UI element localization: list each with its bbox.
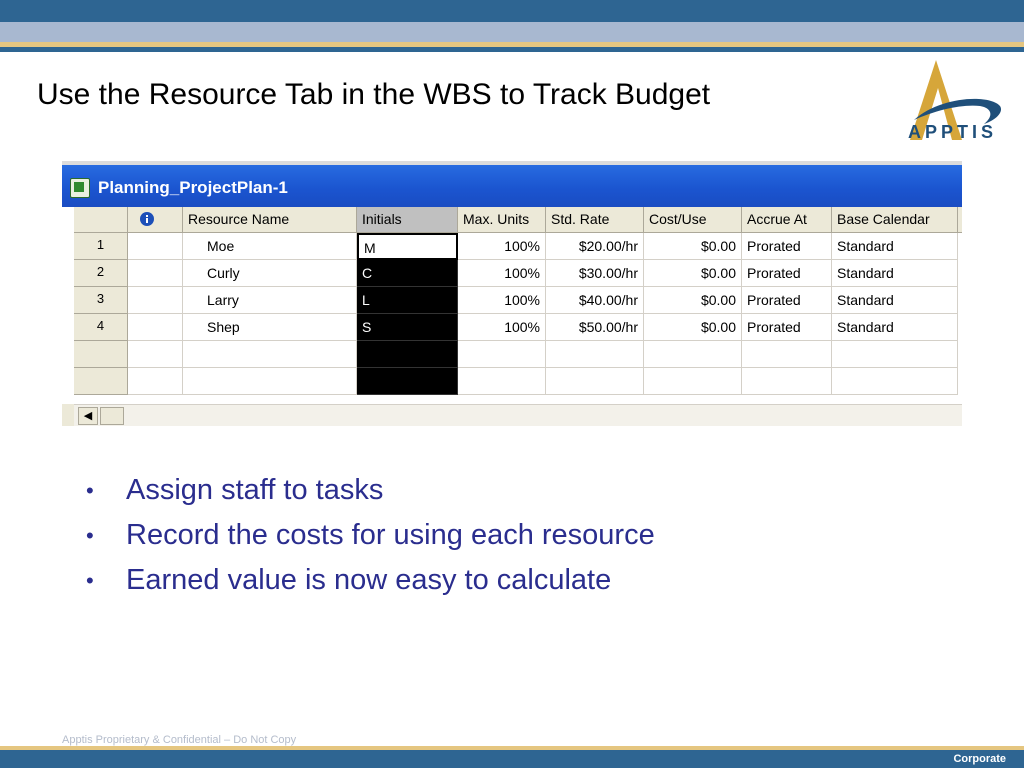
table-cell-empty[interactable] (644, 368, 742, 395)
table-cell-initials[interactable]: C (357, 260, 458, 287)
row-header-1[interactable]: 1 (74, 233, 128, 260)
column-header-base-calendar[interactable]: Base Calendar (832, 207, 958, 233)
row-header-empty[interactable] (74, 341, 128, 368)
table-cell-max-units[interactable]: 100% (458, 287, 546, 314)
bullet-list: • Assign staff to tasks • Record the costs… (86, 474, 655, 609)
table-cell-empty[interactable] (357, 341, 458, 368)
table-cell-initials[interactable]: L (357, 287, 458, 314)
resource-sheet: Resource Name Initials Max. Units Std. R… (62, 207, 962, 404)
table-cell-std-rate[interactable]: $50.00/hr (546, 314, 644, 341)
corporate-label: Corporate (953, 753, 1006, 765)
horizontal-scrollbar[interactable]: ◀ (74, 404, 962, 426)
table-cell-cost-use[interactable]: $0.00 (644, 260, 742, 287)
table-cell-base-calendar[interactable]: Standard (832, 287, 958, 314)
bullet-item: • Assign staff to tasks (86, 474, 655, 519)
table-cell-cost-use[interactable]: $0.00 (644, 233, 742, 260)
scroll-thumb[interactable] (100, 407, 124, 425)
column-header-max-units[interactable]: Max. Units (458, 207, 546, 233)
table-cell-empty[interactable] (458, 368, 546, 395)
slide-title: Use the Resource Tab in the WBS to Track… (37, 78, 711, 111)
column-header-std-rate[interactable]: Std. Rate (546, 207, 644, 233)
table-cell-empty[interactable] (128, 341, 183, 368)
bullet-item: • Record the costs for using each resourc… (86, 519, 655, 564)
table-cell-base-calendar[interactable]: Standard (832, 314, 958, 341)
bullet-dot-icon: • (86, 478, 94, 503)
table-cell-indicator[interactable] (128, 287, 183, 314)
table-cell-initials[interactable]: S (357, 314, 458, 341)
window-title: Planning_ProjectPlan-1 (98, 178, 288, 197)
table-cell-std-rate[interactable]: $20.00/hr (546, 233, 644, 260)
table-cell-cost-use[interactable]: $0.00 (644, 287, 742, 314)
bullet-text: Earned value is now easy to calculate (126, 564, 612, 596)
bullet-text: Record the costs for using each resource (126, 519, 655, 551)
table-cell-empty[interactable] (742, 368, 832, 395)
apptis-logo: APPTIS (900, 58, 1010, 150)
table-cell-base-calendar[interactable]: Standard (832, 233, 958, 260)
top-band-light (0, 22, 1024, 42)
project-window: Planning_ProjectPlan-1 Resource Name Ini… (62, 161, 962, 426)
table-cell-std-rate[interactable]: $40.00/hr (546, 287, 644, 314)
table-cell-max-units[interactable]: 100% (458, 260, 546, 287)
table-cell-max-units[interactable]: 100% (458, 314, 546, 341)
table-cell-std-rate[interactable]: $30.00/hr (546, 260, 644, 287)
table-cell-indicator[interactable] (128, 314, 183, 341)
column-header-initials[interactable]: Initials (357, 207, 458, 233)
table-cell-accrue-at[interactable]: Prorated (742, 260, 832, 287)
table-cell-empty[interactable] (128, 368, 183, 395)
table-cell-empty[interactable] (832, 368, 958, 395)
table-cell-accrue-at[interactable]: Prorated (742, 233, 832, 260)
row-header-2[interactable]: 2 (74, 260, 128, 287)
column-header-indicators[interactable] (128, 207, 183, 233)
row-header-empty[interactable] (74, 368, 128, 395)
table-cell-empty[interactable] (357, 368, 458, 395)
confidentiality-note: Apptis Proprietary & Confidential – Do N… (62, 734, 297, 746)
column-header-cost-use[interactable]: Cost/Use (644, 207, 742, 233)
table-cell-name[interactable]: Curly (183, 260, 357, 287)
table-cell-empty[interactable] (644, 341, 742, 368)
scroll-left-icon[interactable]: ◀ (78, 407, 98, 425)
row-header-4[interactable]: 4 (74, 314, 128, 341)
select-all-corner[interactable] (74, 207, 128, 233)
table-cell-name[interactable]: Moe (183, 233, 357, 260)
column-header-resource-name[interactable]: Resource Name (183, 207, 357, 233)
window-titlebar[interactable]: Planning_ProjectPlan-1 (62, 161, 962, 207)
bullet-dot-icon: • (86, 568, 94, 593)
table-cell-empty[interactable] (546, 368, 644, 395)
bullet-text: Assign staff to tasks (126, 474, 384, 506)
top-band-thin (0, 47, 1024, 52)
table-cell-cost-use[interactable]: $0.00 (644, 314, 742, 341)
row-header-3[interactable]: 3 (74, 287, 128, 314)
table-cell-empty[interactable] (458, 341, 546, 368)
table-cell-base-calendar[interactable]: Standard (832, 260, 958, 287)
bullet-item: • Earned value is now easy to calculate (86, 564, 655, 609)
top-band (0, 0, 1024, 22)
column-header-overflow (958, 207, 962, 233)
table-cell-accrue-at[interactable]: Prorated (742, 314, 832, 341)
bottom-band (0, 750, 1024, 768)
bullet-dot-icon: • (86, 523, 94, 548)
table-cell-empty[interactable] (183, 368, 357, 395)
excel-sheet-icon (70, 178, 90, 198)
table-cell-name[interactable]: Shep (183, 314, 357, 341)
table-cell-indicator[interactable] (128, 260, 183, 287)
table-cell-empty[interactable] (183, 341, 357, 368)
table-cell-empty[interactable] (546, 341, 644, 368)
table-cell-empty[interactable] (832, 341, 958, 368)
table-cell-name[interactable]: Larry (183, 287, 357, 314)
logo-text: APPTIS (908, 122, 998, 142)
table-cell-indicator[interactable] (128, 233, 183, 260)
table-cell-empty[interactable] (742, 341, 832, 368)
table-cell-accrue-at[interactable]: Prorated (742, 287, 832, 314)
column-header-accrue-at[interactable]: Accrue At (742, 207, 832, 233)
table-cell-max-units[interactable]: 100% (458, 233, 546, 260)
info-icon (140, 212, 154, 226)
table-cell-initials[interactable]: M (357, 233, 458, 260)
